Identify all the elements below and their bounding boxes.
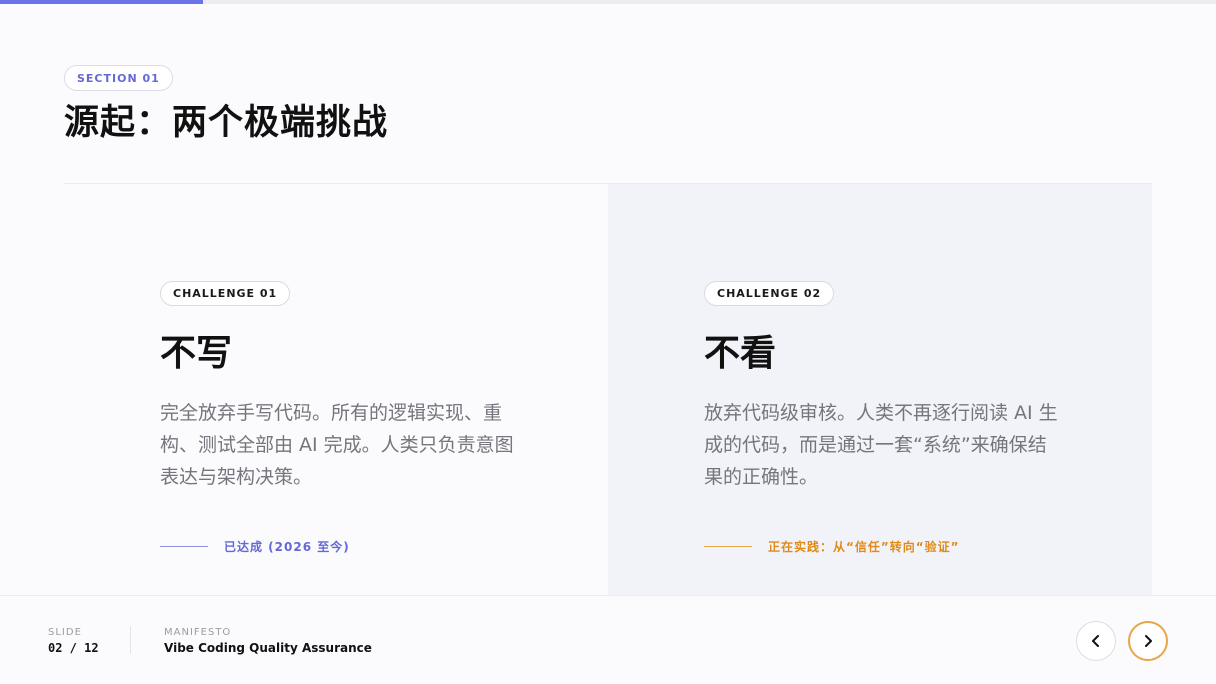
previous-slide-button[interactable] [1076, 621, 1116, 661]
slide-counter: 02 / 12 [48, 641, 99, 655]
status-rule [704, 546, 752, 547]
slide-footer: SLIDE 02 / 12 MANIFESTO Vibe Coding Qual… [0, 595, 1216, 684]
progress-bar-fill [0, 0, 203, 4]
slide-stage: SECTION 01 源起：两个极端挑战 CHALLENGE 01 不写 完全放… [0, 0, 1216, 684]
status-rule [160, 546, 208, 547]
section-tag: SECTION 01 [64, 65, 173, 91]
challenge-card-1: CHALLENGE 01 不写 完全放弃手写代码。所有的逻辑实现、重构、测试全部… [64, 184, 608, 596]
challenge-card-2: CHALLENGE 02 不看 放弃代码级审核。人类不再逐行阅读 AI 生成的代… [608, 184, 1152, 596]
challenge-tag: CHALLENGE 02 [704, 281, 835, 306]
chevron-right-icon [1145, 635, 1152, 647]
challenge-cards: CHALLENGE 01 不写 完全放弃手写代码。所有的逻辑实现、重构、测试全部… [64, 183, 1152, 596]
slide-label: SLIDE [48, 627, 82, 638]
challenge-tag: CHALLENGE 01 [160, 281, 291, 306]
manifesto-label: MANIFESTO [164, 627, 232, 638]
challenge-card-1-content: CHALLENGE 01 不写 完全放弃手写代码。所有的逻辑实现、重构、测试全部… [160, 281, 540, 493]
challenge-description: 完全放弃手写代码。所有的逻辑实现、重构、测试全部由 AI 完成。人类只负责意图表… [160, 402, 514, 489]
progress-bar [0, 0, 1216, 4]
status-text: 正在实践：从“信任”转向“验证” [768, 540, 960, 554]
challenge-title: 不看 [704, 333, 777, 374]
status-text: 已达成 (2026 至今) [224, 540, 350, 554]
challenge-status: 正在实践：从“信任”转向“验证” [704, 538, 960, 555]
challenge-description: 放弃代码级审核。人类不再逐行阅读 AI 生成的代码，而是通过一套“系统”来确保结… [704, 402, 1058, 489]
challenge-card-2-content: CHALLENGE 02 不看 放弃代码级审核。人类不再逐行阅读 AI 生成的代… [704, 281, 1084, 493]
chevron-left-icon [1092, 635, 1099, 647]
deck-title: Vibe Coding Quality Assurance [164, 641, 372, 655]
footer-divider [130, 626, 131, 654]
challenge-status: 已达成 (2026 至今) [160, 538, 350, 555]
page-title: 源起：两个极端挑战 [64, 103, 389, 143]
challenge-title: 不写 [160, 333, 233, 374]
next-slide-button[interactable] [1128, 621, 1168, 661]
